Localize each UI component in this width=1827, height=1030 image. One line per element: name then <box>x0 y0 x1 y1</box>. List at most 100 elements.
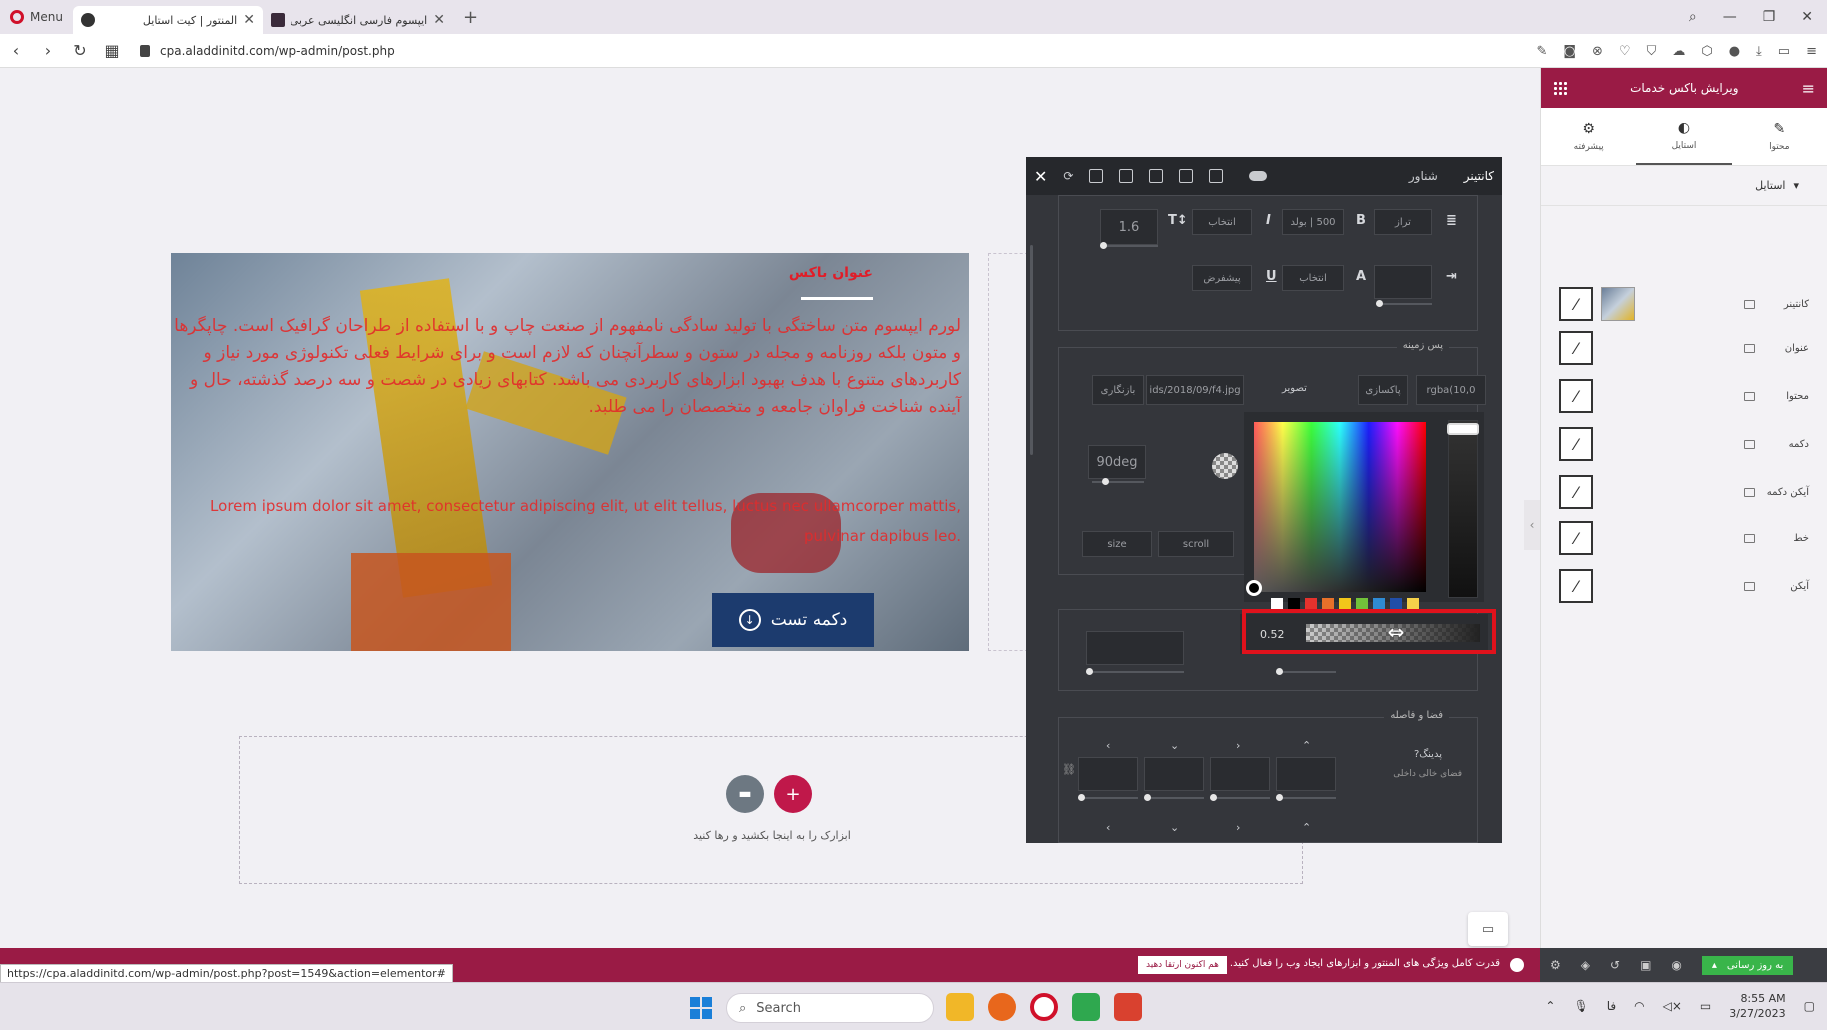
tablet-device-icon[interactable] <box>1119 169 1134 183</box>
color-picker-handle[interactable] <box>1246 580 1262 596</box>
border-slider[interactable] <box>1086 668 1184 675</box>
font-weight-select[interactable]: 500 | بولد <box>1282 209 1344 235</box>
easy-setup-icon[interactable]: ≡ <box>1806 44 1817 59</box>
mobile-device-icon[interactable] <box>1089 169 1104 183</box>
style-row-button-icon[interactable]: ⁄ آیکن دکمه <box>1559 474 1809 510</box>
margin-chevron-down-icon[interactable]: ⌄ <box>1170 821 1179 834</box>
chevron-up-icon[interactable]: ⌃ <box>1545 999 1555 1013</box>
chevron-up-icon[interactable]: ⌃ <box>1302 739 1311 752</box>
reset-image-button[interactable]: بازنگاری <box>1092 375 1144 405</box>
notification-icon[interactable]: ▢ <box>1804 999 1815 1013</box>
close-icon[interactable]: ✕ <box>1034 167 1047 186</box>
tab-advanced[interactable]: ⚙ پیشرفته <box>1541 108 1636 165</box>
template-library-button[interactable]: ▬ <box>726 775 764 813</box>
edit-icon[interactable]: ⁄ <box>1559 569 1593 603</box>
style-section-toggle[interactable]: استایل ▾ <box>1541 166 1827 206</box>
mode-toggle[interactable] <box>1249 171 1268 181</box>
padding-top-input[interactable] <box>1276 757 1336 791</box>
volume-icon[interactable]: ◁× <box>1663 999 1682 1013</box>
line-height-slider[interactable] <box>1100 242 1158 249</box>
shadow-slider[interactable] <box>1276 668 1336 675</box>
microphone-icon[interactable]: 🎙 <box>1573 999 1588 1013</box>
wifi-icon[interactable]: ◠ <box>1634 999 1644 1013</box>
padding-bottom-input[interactable] <box>1144 757 1204 791</box>
close-window-icon[interactable]: ✕ <box>1801 9 1813 25</box>
margin-chevron-right-icon[interactable]: › <box>1236 821 1240 834</box>
default-select[interactable]: پیشفرض <box>1192 265 1252 291</box>
taskbar-search[interactable]: ⌕ Search <box>726 993 934 1023</box>
comments-icon[interactable]: ▭ <box>1468 912 1508 946</box>
style-row-icon[interactable]: ⁄ آیکن <box>1559 568 1809 604</box>
size-select[interactable]: size <box>1082 531 1152 557</box>
edit-icon[interactable]: ⁄ <box>1559 475 1593 509</box>
edit-icon[interactable]: ⁄ <box>1559 287 1593 321</box>
browser-tab-elementor[interactable]: المنتور | کیت استایل ✕ <box>72 6 263 34</box>
forward-icon[interactable]: › <box>32 41 64 60</box>
angle-slider[interactable] <box>1092 478 1144 485</box>
refresh-icon[interactable]: ⟳ <box>1063 169 1073 183</box>
desktop-device-icon[interactable] <box>1149 169 1164 183</box>
preview-icon[interactable]: ◉ <box>1671 958 1681 972</box>
restore-icon[interactable]: ❐ <box>1763 9 1776 25</box>
tab-content[interactable]: ✎ محتوا <box>1732 108 1827 165</box>
camera-icon[interactable]: ◙ <box>1563 44 1576 59</box>
camtasia-icon[interactable] <box>1072 993 1100 1021</box>
sidebar-collapse-toggle[interactable]: ‹ <box>1524 500 1540 550</box>
new-tab-icon[interactable]: + <box>453 7 488 28</box>
widgets-grid-icon[interactable] <box>1553 81 1567 95</box>
firefox-icon[interactable] <box>988 993 1016 1021</box>
services-box[interactable]: عنوان باکس لورم ایپسوم متن ساختگی با تول… <box>171 253 969 651</box>
settings-icon[interactable]: ⚙ <box>1550 958 1561 972</box>
page-icon[interactable] <box>1179 169 1194 183</box>
heart-icon[interactable]: ♡ <box>1619 44 1631 59</box>
cube-icon[interactable]: ⬡ <box>1701 44 1712 59</box>
vpn-icon[interactable]: ☁ <box>1672 44 1685 59</box>
box-content-latin-text[interactable]: Lorem ipsum dolor sit amet, consectetur … <box>171 491 961 551</box>
hue-slider[interactable] <box>1447 420 1479 598</box>
padding-top-slider[interactable] <box>1276 794 1336 801</box>
image-path-field[interactable]: ids/2018/09/f4.jpg <box>1146 375 1244 405</box>
saturation-value-area[interactable] <box>1254 422 1426 592</box>
image-thumbnail[interactable] <box>1601 287 1635 321</box>
style-row-divider[interactable]: ⁄ خط <box>1559 520 1809 556</box>
clock[interactable]: 8:55 AM 3/27/2023 <box>1729 991 1785 1021</box>
tab-floating[interactable]: شناور <box>1409 169 1438 183</box>
tab-close-icon[interactable]: ✕ <box>433 12 445 28</box>
text-color-icon[interactable]: A <box>1356 269 1366 284</box>
chevron-right-icon[interactable]: › <box>1236 739 1240 752</box>
update-button[interactable]: به روز رسانی ▴ <box>1701 955 1794 975</box>
edit-icon[interactable]: ⁄ <box>1559 521 1593 555</box>
scroll-select[interactable]: scroll <box>1158 531 1234 557</box>
url-field[interactable]: cpa.aladdinitd.com/wp-admin/post.php <box>140 44 395 58</box>
color-swatch-icon[interactable] <box>1212 453 1238 479</box>
hue-handle[interactable] <box>1447 423 1479 435</box>
align-justify-icon[interactable]: ≣ <box>1446 213 1457 228</box>
padding-left-slider[interactable] <box>1078 794 1138 801</box>
rgba-field[interactable]: rgba(10,0 <box>1416 375 1486 405</box>
style-row-content[interactable]: ⁄ محتوا <box>1559 378 1809 414</box>
tab-close-icon[interactable]: ✕ <box>243 12 255 28</box>
back-icon[interactable]: ‹ <box>0 41 32 60</box>
layers-icon[interactable]: ◈ <box>1581 958 1590 972</box>
box-content-text[interactable]: لورم ایپسوم متن ساختگی با تولید سادگی نا… <box>171 313 961 421</box>
opera-icon[interactable] <box>1030 993 1058 1021</box>
edit-icon[interactable]: ⁄ <box>1559 331 1593 365</box>
tabs-grid-icon[interactable]: ▦ <box>96 41 128 60</box>
chevron-down-icon[interactable]: ⌄ <box>1170 739 1179 752</box>
chevron-left-icon[interactable]: ‹ <box>1106 739 1110 752</box>
tab-style[interactable]: ◐ استایل <box>1636 108 1732 165</box>
language-indicator[interactable]: فا <box>1607 999 1616 1013</box>
battery-icon[interactable]: ▭ <box>1778 44 1790 59</box>
browser-search-icon[interactable]: ⌕ <box>1689 9 1697 25</box>
underline-icon[interactable]: U <box>1266 269 1277 284</box>
edit-icon[interactable]: ⁄ <box>1559 427 1593 461</box>
responsive-icon[interactable]: ▣ <box>1640 958 1651 972</box>
clear-button[interactable]: پاکسازی <box>1358 375 1408 405</box>
minimize-icon[interactable]: — <box>1723 9 1737 25</box>
windows-start-icon[interactable] <box>690 997 712 1019</box>
send-icon[interactable]: ✎ <box>1536 44 1547 59</box>
history-icon[interactable]: ↺ <box>1610 958 1620 972</box>
padding-right-input[interactable] <box>1210 757 1270 791</box>
style-row-container[interactable]: ⁄ کانتینر <box>1559 286 1809 322</box>
style-select[interactable]: انتخاب <box>1192 209 1252 235</box>
